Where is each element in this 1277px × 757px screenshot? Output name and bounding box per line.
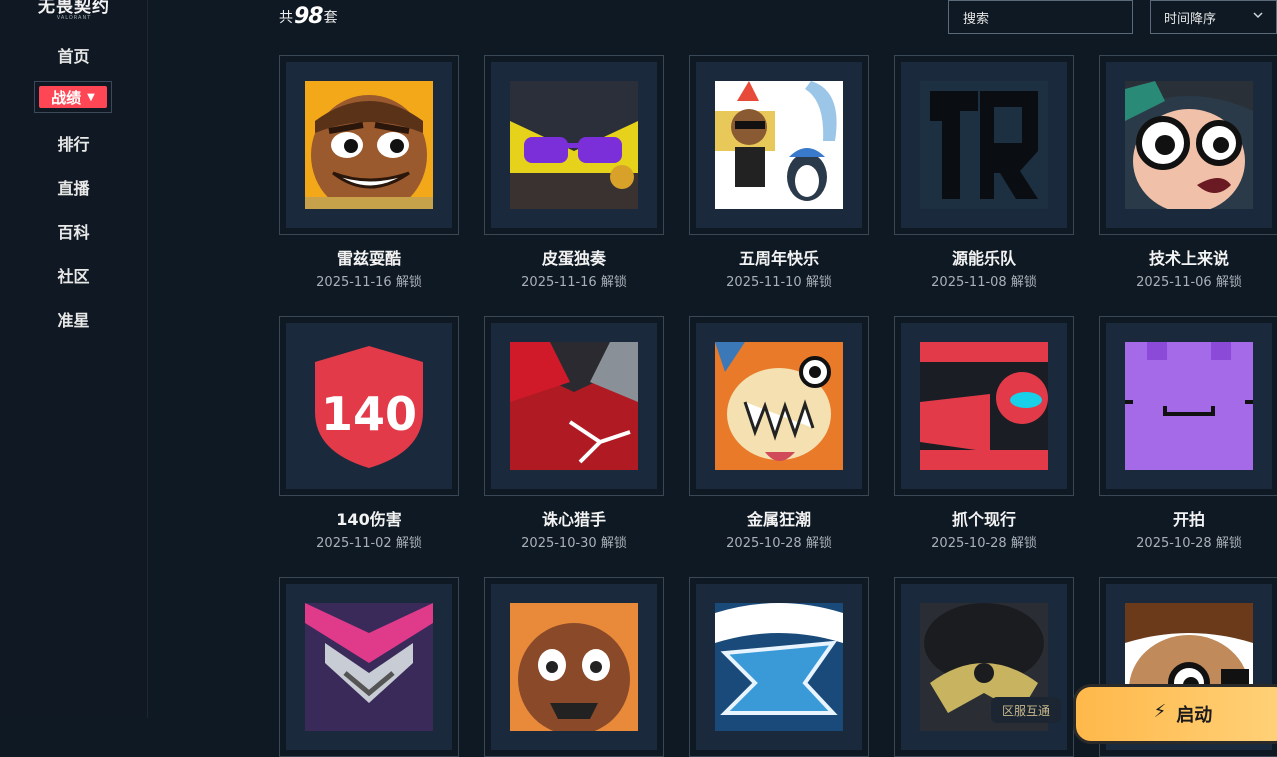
nav-item-home[interactable]: 首页 [0,43,147,67]
lightning-icon: ⚡ [1153,701,1167,722]
card-title: 技术上来说 [1148,249,1229,268]
silver-wings-icon [305,603,433,731]
region-badge: 区服互通 [991,697,1061,723]
card-title: 金属狂潮 [746,510,811,529]
sort-label: 时间降序 [1164,11,1217,27]
nav-item-crosshair[interactable]: 准星 [0,307,147,331]
count-number: 98 [294,4,324,29]
card-title: 开拍 [1172,510,1205,529]
card-unlock-date: 2025-10-28 解锁 [1136,536,1242,551]
glasses-face-icon [1125,81,1253,209]
total-count: 共 98 套 [279,4,338,29]
nav-item-wiki[interactable]: 百科 [0,219,147,243]
card-unlock-date: 2025-11-08 解锁 [931,275,1037,290]
card-frame [894,577,1074,757]
card-title: 诛心猎手 [541,510,606,529]
sidebar: 无畏契约 VALORANT 首页 战绩 ▼ 排行 直播 百科 社区 准星 [0,0,148,718]
purple-block-icon [1125,342,1253,470]
card-frame [484,316,664,496]
card-unlock-date: 2025-10-30 解锁 [521,536,627,551]
brown-creature-icon [510,603,638,731]
raze-face-icon [305,81,433,209]
search-placeholder: 搜索 [963,11,990,27]
card-frame [279,55,459,235]
card-title: 抓个现行 [951,510,1016,529]
card-unlock-date: 2025-11-02 解锁 [316,536,422,551]
search-input[interactable]: 搜索 [948,0,1133,34]
card-frame: 140 [279,316,459,496]
blue-logo-icon [715,603,843,731]
card-title: 雷兹耍酷 [336,249,401,268]
nav-item-stats-label: 战绩 [51,88,82,107]
card-unlock-date: 2025-10-28 解锁 [726,536,832,551]
card-frame [689,577,869,757]
teeth-creature-icon [715,342,843,470]
sort-dropdown[interactable]: 时间降序 [1150,0,1277,34]
purple-glasses-icon [510,81,638,209]
card-unlock-date: 2025-11-10 解锁 [726,275,832,290]
card-unlock-date: 2025-11-16 解锁 [521,275,627,290]
card-frame [894,55,1074,235]
red-crystal-icon [510,342,638,470]
caret-down-icon: ▼ [87,91,95,103]
card-frame [484,55,664,235]
card-frame [279,577,459,757]
card-frame [484,577,664,757]
card-frame [1099,55,1277,235]
red-robot-icon [920,342,1048,470]
card-frame [689,55,869,235]
app-logo[interactable]: 无畏契约 VALORANT [36,0,112,21]
card-title: 源能乐队 [951,249,1016,268]
card-frame [689,316,869,496]
card-unlock-date: 2025-11-06 解锁 [1136,275,1242,290]
nav-item-community[interactable]: 社区 [0,263,147,287]
band-logo-icon [920,81,1048,209]
art-140-text: 140 [321,387,417,441]
launch-button[interactable]: ⚡ 启动 [1073,684,1277,744]
count-prefix: 共 [279,9,293,26]
bear-penguin-icon [715,81,843,209]
chevron-down-icon [1252,9,1264,25]
card-title: 皮蛋独奏 [541,249,606,268]
card-frame [1099,316,1277,496]
damage-140-icon: 140 [305,342,433,470]
card-frame [894,316,1074,496]
card-unlock-date: 2025-11-16 解锁 [316,275,422,290]
nav-item-live[interactable]: 直播 [0,175,147,199]
card-title: 140伤害 [336,510,402,529]
card-unlock-date: 2025-10-28 解锁 [931,536,1037,551]
count-suffix: 套 [323,9,338,26]
card-title: 五周年快乐 [738,249,819,268]
nav-item-ranking[interactable]: 排行 [0,131,147,155]
launch-label: 启动 [1176,705,1213,726]
nav-item-stats[interactable]: 战绩 ▼ [34,81,112,113]
